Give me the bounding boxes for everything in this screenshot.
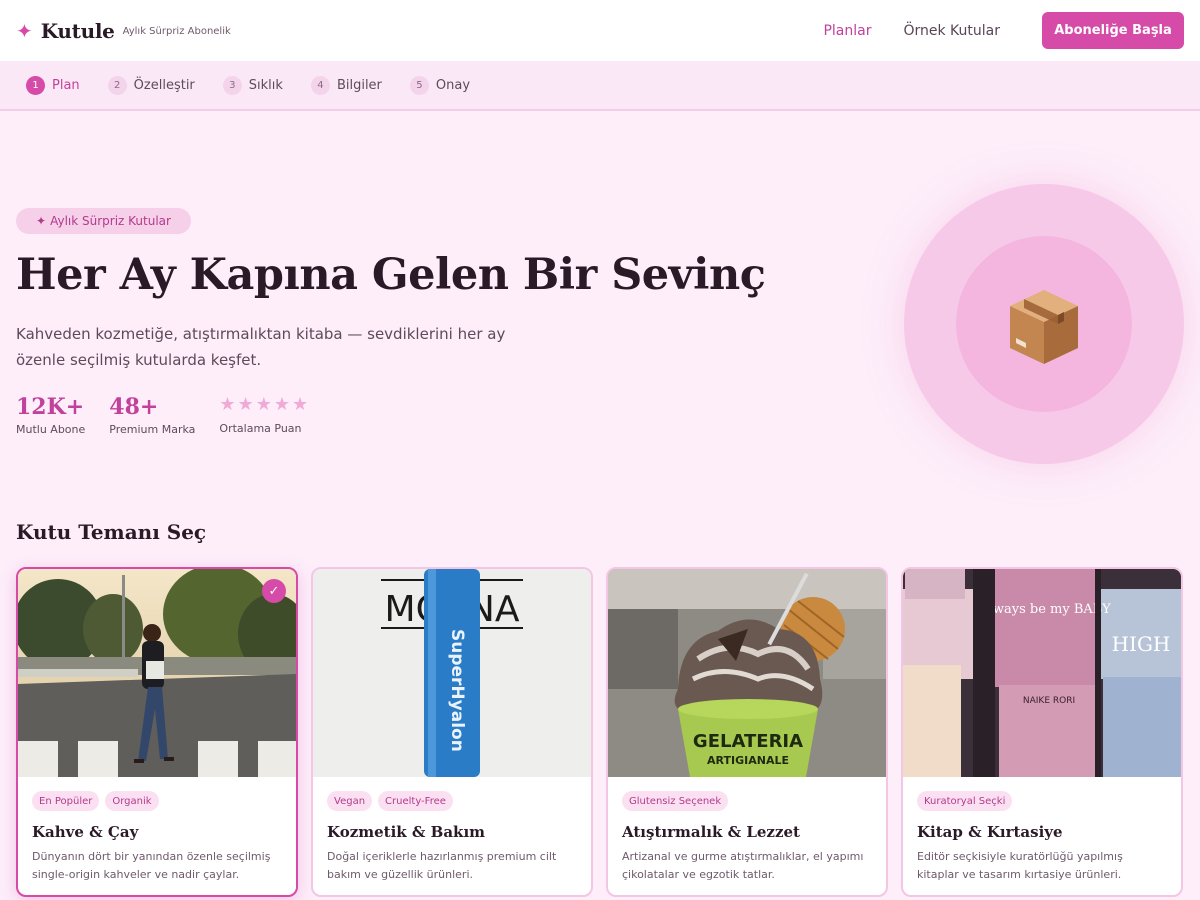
stat-subscribers: 12K+ Mutlu Abone — [16, 393, 85, 436]
stat-value: 12K+ — [16, 394, 85, 420]
tag: Cruelty-Free — [378, 791, 453, 811]
card-title: Kahve & Çay — [32, 823, 139, 841]
stat-label: Mutlu Abone — [16, 423, 86, 436]
photo-book-title-2: HIGH — [1112, 632, 1171, 656]
logo-name: Kutule — [40, 18, 115, 43]
photo-product-text: SuperHyalon — [447, 629, 467, 752]
package-box-icon — [1010, 290, 1078, 364]
nav-link-ornek-kutular[interactable]: Örnek Kutular — [903, 23, 1000, 39]
card-image: Always be my BABY NAIKE RORI HIGH — [903, 569, 1181, 777]
card-tags: En Popüler Organik — [32, 791, 282, 811]
logo[interactable]: ✦ Kutule Aylık Sürpriz Abonelik — [16, 19, 231, 43]
photo-book-title: Always be my BABY — [978, 602, 1111, 617]
card-description: Artizanal ve gurme atıştırmalıklar, el y… — [622, 850, 864, 881]
star-icon: ★ — [273, 394, 290, 415]
stat-value: 48+ — [109, 394, 159, 420]
street-photo — [18, 569, 296, 777]
tag: Glutensiz Seçenek — [622, 791, 729, 811]
step-frequency[interactable]: 3 Sıklık — [222, 75, 283, 95]
sparkle-icon: ✦ — [16, 18, 33, 43]
photo-gelato-text: GELATERIA — [693, 731, 803, 752]
hero-title: Her Ay Kapına Gelen Bir Sevinç — [16, 250, 766, 300]
hero-badge-label: Aylık Sürpriz Kutular — [50, 214, 171, 228]
card-description: Dünyanın dört bir yanından özenle seçilm… — [32, 850, 271, 881]
section-title: Kutu Temanı Seç — [16, 520, 207, 544]
rating-stars: ★ ★ ★ ★ ★ — [219, 396, 310, 416]
books-photo: Always be my BABY NAIKE RORI HIGH — [903, 569, 1181, 777]
sparkle-icon: ✦ — [36, 214, 47, 228]
card-image: GELATERIA ARTIGIANALE — [608, 569, 886, 777]
step-progress: 1 Plan 2 Özelleştir 3 Sıklık 4 Bilgiler … — [0, 61, 1200, 111]
card-title: Kitap & Kırtasiye — [917, 823, 1063, 841]
subscribe-button[interactable]: Aboneliğe Başla — [1042, 12, 1184, 49]
theme-card-kahve[interactable]: ✓ En Popüler Organik Kahve & Çay Dünyanı… — [16, 567, 298, 897]
step-customize[interactable]: 2 Özelleştir — [107, 75, 195, 95]
star-icon: ★ — [255, 394, 272, 415]
card-description: Editör seçkisiyle kuratörlüğü yapılmış k… — [917, 850, 1123, 881]
step-label: Plan — [52, 77, 80, 93]
step-number: 5 — [409, 75, 429, 95]
main-nav: Planlar Örnek Kutular Aboneliğe Başla — [823, 12, 1184, 49]
card-body: En Popüler Organik Kahve & Çay Dünyanın … — [18, 777, 296, 884]
step-number: 2 — [107, 75, 127, 95]
nav-link-planlar[interactable]: Planlar — [823, 23, 871, 39]
step-label: Bilgiler — [336, 77, 382, 93]
card-title: Atıştırmalık & Lezzet — [622, 823, 800, 841]
star-icon: ★ — [291, 394, 309, 415]
step-label: Onay — [435, 77, 471, 93]
step-plan[interactable]: 1 Plan — [26, 75, 80, 95]
hero-badge: ✦ Aylık Sürpriz Kutular — [16, 208, 191, 234]
step-confirm[interactable]: 5 Onay — [409, 75, 471, 95]
theme-card-atistirmalik[interactable]: GELATERIA ARTIGIANALE Glutensiz Seçenek … — [606, 567, 888, 897]
card-image: MOANA SuperHyalon — [313, 569, 591, 777]
theme-card-kitap[interactable]: Always be my BABY NAIKE RORI HIGH Kurato… — [901, 567, 1183, 897]
hero-subtitle: Kahveden kozmetiğe, atıştırmalıktan kita… — [16, 325, 506, 369]
card-body: Kuratoryal Seçki Kitap & Kırtasiye Editö… — [903, 777, 1181, 884]
card-body: Glutensiz Seçenek Atıştırmalık & Lezzet … — [608, 777, 886, 884]
stat-label: Premium Marka — [109, 423, 196, 436]
gelato-photo: GELATERIA ARTIGIANALE — [608, 569, 886, 777]
tag: Organik — [105, 791, 159, 811]
card-tags: Vegan Cruelty-Free — [327, 791, 577, 811]
photo-gelato-text-2: ARTIGIANALE — [707, 754, 789, 767]
step-label: Sıklık — [248, 77, 283, 93]
step-number: 4 — [310, 75, 330, 95]
step-number: 1 — [26, 75, 45, 95]
stat-label: Ortalama Puan — [219, 422, 302, 435]
step-number: 3 — [222, 75, 242, 95]
card-body: Vegan Cruelty-Free Kozmetik & Bakım Doğa… — [313, 777, 591, 884]
card-image: ✓ — [18, 569, 296, 777]
selected-check-icon: ✓ — [262, 579, 286, 603]
tag: Vegan — [327, 791, 373, 811]
stat-brands: 48+ Premium Marka — [109, 393, 195, 436]
photo-book-author: NAIKE RORI — [1023, 696, 1075, 706]
theme-card-kozmetik[interactable]: MOANA SuperHyalon Vegan Cruelty-Free Koz… — [311, 567, 593, 897]
logo-tagline: Aylık Sürpriz Abonelik — [122, 26, 231, 37]
tag: Kuratoryal Seçki — [917, 791, 1013, 811]
card-tags: Kuratoryal Seçki — [917, 791, 1167, 811]
card-title: Kozmetik & Bakım — [327, 823, 486, 841]
star-icon: ★ — [219, 394, 236, 415]
tag: En Popüler — [32, 791, 100, 811]
card-tags: Glutensiz Seçenek — [622, 791, 872, 811]
top-header: ✦ Kutule Aylık Sürpriz Abonelik Planlar … — [0, 0, 1200, 61]
theme-cards: ✓ En Popüler Organik Kahve & Çay Dünyanı… — [16, 567, 1196, 897]
card-description: Doğal içeriklerle hazırlanmış premium ci… — [327, 850, 557, 881]
step-label: Özelleştir — [133, 77, 195, 93]
star-icon: ★ — [237, 394, 254, 415]
cosmetic-photo: MOANA SuperHyalon — [313, 569, 591, 777]
hero-stats: 12K+ Mutlu Abone 48+ Premium Marka ★ ★ ★… — [16, 393, 334, 436]
step-info[interactable]: 4 Bilgiler — [310, 75, 382, 95]
stat-rating: ★ ★ ★ ★ ★ Ortalama Puan — [219, 393, 310, 436]
